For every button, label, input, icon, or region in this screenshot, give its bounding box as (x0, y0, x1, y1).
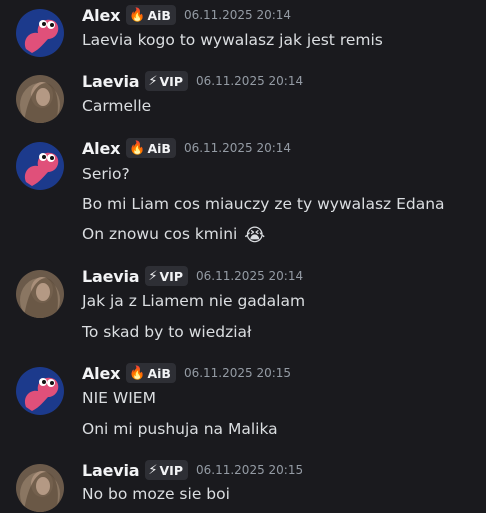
role-tag[interactable]: 🔥 AiB (126, 138, 176, 158)
message-header: Laevia ⚡ VIP 06.11.2025 20:15 (82, 459, 303, 481)
message-text: Carmelle (82, 97, 152, 115)
lightning-icon: ⚡ (148, 73, 158, 89)
pink-blob-avatar-icon (16, 142, 64, 190)
message-text: NIE WIEM (82, 389, 156, 407)
avatar[interactable] (16, 464, 64, 512)
timestamp[interactable]: 06.11.2025 20:15 (196, 463, 303, 477)
lightning-icon: ⚡ (148, 268, 158, 284)
timestamp[interactable]: 06.11.2025 20:14 (184, 141, 291, 155)
photo-avatar-icon (16, 75, 64, 123)
role-tag-label: AiB (147, 365, 171, 381)
username[interactable]: Laevia (82, 461, 140, 480)
timestamp[interactable]: 06.11.2025 20:14 (184, 8, 291, 22)
username[interactable]: Alex (82, 6, 120, 25)
role-tag-label: AiB (147, 140, 171, 156)
photo-avatar-icon (16, 270, 64, 318)
avatar[interactable] (16, 75, 64, 123)
timestamp[interactable]: 06.11.2025 20:14 (196, 269, 303, 283)
fire-icon: 🔥 (129, 365, 146, 381)
fire-icon: 🔥 (129, 7, 146, 23)
fire-icon: 🔥 (129, 140, 146, 156)
username[interactable]: Alex (82, 139, 120, 158)
avatar[interactable] (16, 270, 64, 318)
message-header: Laevia ⚡ VIP 06.11.2025 20:14 (82, 265, 303, 287)
role-tag[interactable]: 🔥 AiB (126, 363, 176, 383)
lightning-icon: ⚡ (148, 462, 158, 478)
role-tag[interactable]: ⚡ VIP (145, 266, 188, 286)
pink-blob-avatar-icon (16, 367, 64, 415)
role-tag-label: VIP (159, 73, 184, 89)
role-tag[interactable]: ⚡ VIP (145, 71, 188, 91)
photo-avatar-icon (16, 464, 64, 512)
message-text: To skad by to wiedział (82, 323, 252, 341)
chat-message-list: Alex 🔥 AiB 06.11.2025 20:14 Laevia kogo … (0, 0, 486, 513)
avatar[interactable] (16, 142, 64, 190)
username[interactable]: Laevia (82, 267, 140, 286)
message-header: Alex 🔥 AiB 06.11.2025 20:15 (82, 362, 291, 384)
role-tag-label: VIP (159, 268, 184, 284)
message-header: Alex 🔥 AiB 06.11.2025 20:14 (82, 137, 291, 159)
message-text: No bo moze sie boi (82, 485, 230, 503)
message-text: Jak ja z Liamem nie gadalam (82, 292, 306, 310)
pink-blob-avatar-icon (16, 9, 64, 57)
role-tag[interactable]: 🔥 AiB (126, 5, 176, 25)
role-tag-label: VIP (159, 462, 184, 478)
message-header: Alex 🔥 AiB 06.11.2025 20:14 (82, 4, 291, 26)
avatar[interactable] (16, 9, 64, 57)
username[interactable]: Laevia (82, 72, 140, 91)
avatar[interactable] (16, 367, 64, 415)
message-text: Oni mi pushuja na Malika (82, 420, 278, 438)
role-tag-label: AiB (147, 7, 171, 23)
role-tag[interactable]: ⚡ VIP (145, 460, 188, 480)
message-header: Laevia ⚡ VIP 06.11.2025 20:14 (82, 70, 303, 92)
message-text-content: On znowu cos kmini (82, 225, 238, 243)
message-text: Bo mi Liam cos miauczy ze ty wywalasz Ed… (82, 195, 445, 213)
loudly-crying-emoji-icon: 😭 (244, 225, 266, 246)
message-text: Laevia kogo to wywalasz jak jest remis (82, 31, 383, 49)
timestamp[interactable]: 06.11.2025 20:14 (196, 74, 303, 88)
timestamp[interactable]: 06.11.2025 20:15 (184, 366, 291, 380)
username[interactable]: Alex (82, 364, 120, 383)
message-text: On znowu cos kmini 😭 (82, 222, 265, 246)
message-text: Serio? (82, 165, 130, 183)
